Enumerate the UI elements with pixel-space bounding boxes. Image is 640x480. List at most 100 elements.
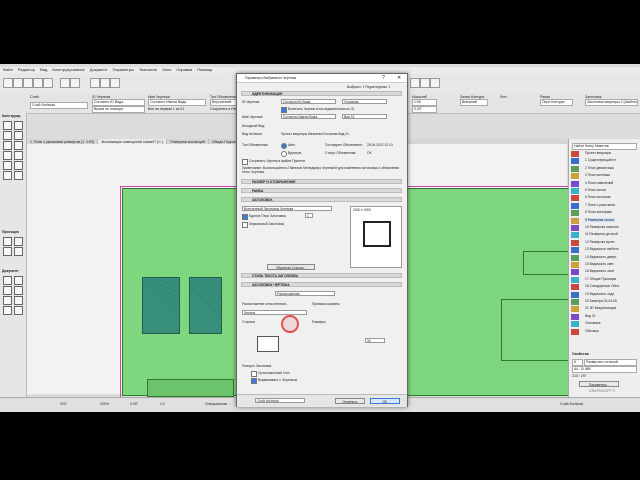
- wall-tool-icon[interactable]: [3, 121, 12, 130]
- navigator-item[interactable]: 12 Развертки кухни: [585, 240, 614, 244]
- auto-radio[interactable]: [281, 143, 287, 149]
- beam-tool-icon[interactable]: [3, 141, 12, 150]
- redo-icon[interactable]: [43, 78, 53, 88]
- auto-select[interactable]: Вызов по позиции: [92, 106, 145, 113]
- polyline-tool-icon[interactable]: [3, 306, 12, 315]
- id-right-field[interactable]: Условная: [342, 99, 387, 104]
- drawing-tool-icon[interactable]: [14, 306, 23, 315]
- text-tool-icon[interactable]: [14, 276, 23, 285]
- cancel-button[interactable]: Отменить: [335, 398, 365, 404]
- navigator-search[interactable]: Найти Книгу Макетов: [572, 143, 637, 150]
- navigator-item[interactable]: 14 Ведомость двери: [585, 255, 616, 259]
- navigator-item[interactable]: 10 Развертки спальни: [585, 225, 619, 229]
- mirror-checkbox[interactable]: [242, 222, 248, 228]
- navigator-item[interactable]: 15 Ведомость свет.: [585, 262, 614, 266]
- navigator-item[interactable]: 9 Развертки гостин.: [585, 217, 615, 222]
- navigator-item[interactable]: 16 Ведомость окон: [585, 269, 614, 273]
- navigator-item[interactable]: 19 Ведомость отде.: [585, 292, 615, 296]
- section-frame[interactable]: РАМКА: [241, 188, 402, 193]
- layer-icon[interactable]: [90, 78, 100, 88]
- arrow-icon[interactable]: [60, 78, 70, 88]
- curtain-wall-tool-icon[interactable]: [14, 171, 23, 180]
- label-tool-icon[interactable]: [3, 286, 12, 295]
- new-icon[interactable]: [3, 78, 13, 88]
- section-tool-icon[interactable]: [3, 237, 12, 246]
- line-tool-icon[interactable]: [3, 296, 12, 305]
- arc-tool-icon[interactable]: [14, 296, 23, 305]
- undo-icon[interactable]: [33, 78, 43, 88]
- manual-radio[interactable]: [281, 151, 287, 157]
- title-type-select[interactable]: Встроенный Заголовок Чертежа: [242, 206, 332, 211]
- all-pages-label[interactable]: Все на первом 1 из 01: [148, 107, 184, 111]
- section-label[interactable]: ЗАГОЛОВОК ЧЕРТЕЖА: [241, 282, 402, 287]
- prop-number[interactable]: 8: [572, 359, 583, 366]
- browse-button[interactable]: Обратная Ссылка...: [267, 264, 315, 270]
- door-tool-icon[interactable]: [14, 121, 23, 130]
- numbering-checkbox[interactable]: [281, 107, 287, 113]
- open-icon[interactable]: [13, 78, 23, 88]
- navigator-item[interactable]: 2 План демонтажа: [585, 166, 614, 170]
- dimension-tool-icon[interactable]: [3, 276, 12, 285]
- align-checkbox[interactable]: [251, 378, 257, 384]
- size-input[interactable]: 30: [365, 338, 385, 343]
- orth-checkbox[interactable]: [251, 371, 257, 377]
- angle-input[interactable]: 0,00°: [412, 106, 437, 113]
- layer-select[interactable]: Слой Archicad: [30, 102, 88, 109]
- navigator-item[interactable]: 4 План изменений: [585, 181, 613, 185]
- navigator-item[interactable]: Обложка: [585, 329, 599, 333]
- section-text-style[interactable]: СТИЛЬ ТЕКСТА ЗАГОЛОВКА: [241, 273, 402, 278]
- grid-icon[interactable]: [410, 78, 420, 88]
- navigator-item[interactable]: 8 План электрики: [585, 210, 612, 214]
- section-identification[interactable]: ИДЕНТИФИКАЦИЯ: [241, 91, 402, 96]
- navigator-item[interactable]: 6 План потолков: [585, 195, 610, 199]
- navigator-item[interactable]: 1 Существующий пл: [585, 158, 616, 162]
- name-select[interactable]: Согласно Имени Вида: [281, 114, 336, 119]
- navigator-item[interactable]: 20 Баннера 03-04-05: [585, 299, 617, 303]
- zoom-icon[interactable]: [430, 78, 440, 88]
- title-pen-checkbox[interactable]: [242, 214, 248, 220]
- navigator-item[interactable]: 11 Развертки детской: [585, 232, 618, 236]
- id-select[interactable]: Согласно ID Вида: [281, 99, 336, 104]
- section-title[interactable]: ЗАГОЛОВОК: [241, 197, 402, 202]
- section-size[interactable]: РАЗМЕР И ОТОБРАЖЕНИЕ: [241, 179, 402, 184]
- pen-icon[interactable]: [100, 78, 110, 88]
- navigator-item[interactable]: 7 План с расстанов.: [585, 203, 616, 207]
- snap-icon[interactable]: [420, 78, 430, 88]
- help-icon[interactable]: ?: [382, 75, 385, 81]
- detail-tool-icon[interactable]: [3, 247, 12, 256]
- stair-tool-icon[interactable]: [14, 151, 23, 160]
- navigator-item[interactable]: 17 Общие Проекции: [585, 277, 616, 281]
- pen-number[interactable]: 1: [305, 213, 313, 218]
- navigator-item[interactable]: 13 Ведомость мебели: [585, 247, 619, 251]
- mesh-tool-icon[interactable]: [3, 161, 12, 170]
- save-icon[interactable]: [23, 78, 33, 88]
- prop-name[interactable]: Развертки гостиной: [584, 359, 637, 366]
- object-tool-icon[interactable]: [14, 161, 23, 170]
- slab-tool-icon[interactable]: [14, 141, 23, 150]
- navigator-item[interactable]: Проект квартиры: [585, 151, 611, 155]
- roof-tool-icon[interactable]: [3, 151, 12, 160]
- settings-button[interactable]: Параметры...: [579, 381, 619, 387]
- close-icon[interactable]: ✕: [397, 75, 401, 81]
- worksheet-tool-icon[interactable]: [14, 247, 23, 256]
- fill-icon[interactable]: [110, 78, 120, 88]
- footer-layer-select[interactable]: Слой Archicad: [255, 398, 305, 403]
- navigator-item[interactable]: Вид 21: [585, 314, 596, 318]
- column-tool-icon[interactable]: [14, 131, 23, 140]
- frame-select[interactable]: Перо Контура: [540, 99, 573, 106]
- zone-tool-icon[interactable]: [3, 171, 12, 180]
- elevation-tool-icon[interactable]: [14, 237, 23, 246]
- prop-size[interactable]: А4 - В 4ВУ: [572, 366, 637, 373]
- anchor-selector[interactable]: [257, 336, 279, 352]
- zoom-level[interactable]: 200%: [100, 402, 109, 406]
- navigator-item[interactable]: 18 Стандартные Обоз.: [585, 284, 620, 288]
- pen-input[interactable]: Внешний: [460, 99, 488, 106]
- placement-select[interactable]: Чертеж: [242, 310, 307, 315]
- marquee-icon[interactable]: [70, 78, 80, 88]
- drawing-id-select[interactable]: Согласно ID Вида: [92, 99, 145, 106]
- navigator-item[interactable]: 21 3D Визуализация: [585, 306, 616, 310]
- title-select[interactable]: Заголовок квартиры 2 (Шаблон кв.): [585, 99, 638, 106]
- save-file-checkbox[interactable]: [242, 159, 248, 165]
- placement-dropdown[interactable]: Расположение...: [275, 291, 335, 296]
- scale-display[interactable]: 1:2: [160, 402, 165, 406]
